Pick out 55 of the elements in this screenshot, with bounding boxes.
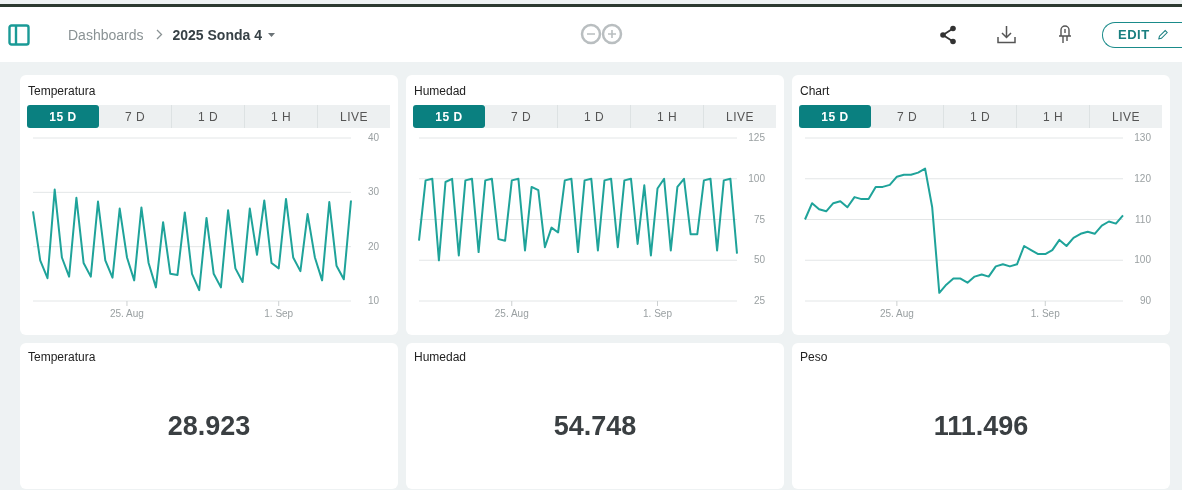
widget-title: Humedad <box>414 84 467 98</box>
breadcrumb-link[interactable]: Dashboards <box>68 26 144 43</box>
time-range-tab[interactable]: 1 D <box>943 105 1016 128</box>
time-range-tab[interactable]: 15 D <box>413 105 485 128</box>
axis-label: 125 <box>748 132 765 143</box>
pin-icon[interactable] <box>1058 24 1072 45</box>
axis-label: 50 <box>753 254 765 266</box>
widget-title: Humedad <box>414 350 467 364</box>
axis-label: 1. Sep <box>1030 308 1060 319</box>
axis-label: 100 <box>1134 254 1151 266</box>
value-reading: 111.496 <box>933 411 1029 442</box>
axis-label: 130 <box>1134 132 1151 143</box>
time-range-tab[interactable]: LIVE <box>1089 105 1162 128</box>
time-range-tab[interactable]: 1 H <box>244 105 317 128</box>
time-range-tab[interactable]: 1 H <box>1016 105 1089 128</box>
download-icon[interactable] <box>997 25 1016 44</box>
axis-label: 30 <box>367 186 379 198</box>
axis-label: 90 <box>1139 295 1151 306</box>
time-range-tab[interactable]: LIVE <box>317 105 390 128</box>
axis-label: 25 <box>753 295 765 306</box>
time-range-tab[interactable]: 15 D <box>799 105 871 128</box>
time-range-tab[interactable]: LIVE <box>703 105 776 128</box>
axis-label: 25. Aug <box>494 308 529 319</box>
widget-title: Temperatura <box>28 84 96 98</box>
time-range-tab[interactable]: 7 D <box>871 105 943 128</box>
axis-label: 25. Aug <box>110 308 144 319</box>
chevron-icon <box>155 29 163 40</box>
caret-icon[interactable] <box>268 32 275 37</box>
sidebar-toggle-icon[interactable] <box>8 23 30 46</box>
value-reading: 28.923 <box>167 411 251 442</box>
dashboard-title[interactable]: 2025 Sonda 4 <box>172 26 262 43</box>
axis-label: 25. Aug <box>879 308 914 319</box>
axis-label: 120 <box>1134 172 1151 184</box>
share-icon[interactable] <box>939 24 957 45</box>
axis-label: 110 <box>1135 213 1151 225</box>
axis-label: 100 <box>748 172 765 184</box>
time-range-tab[interactable]: 1 H <box>630 105 703 128</box>
axis-label: 10 <box>367 295 379 306</box>
widget-title: Temperatura <box>28 350 96 364</box>
value-reading: 54.748 <box>553 411 637 442</box>
time-range-tab[interactable]: 1 D <box>171 105 244 128</box>
axis-label: 1. Sep <box>643 308 672 319</box>
time-range-tab[interactable]: 7 D <box>485 105 557 128</box>
time-range-tab[interactable]: 15 D <box>27 105 99 128</box>
pencil-icon <box>1157 28 1168 41</box>
axis-label: 1. Sep <box>264 308 294 319</box>
widget-title: Peso <box>800 350 828 364</box>
time-range-tab[interactable]: 7 D <box>99 105 171 128</box>
axis-label: 20 <box>367 240 379 252</box>
axis-label: 40 <box>367 132 379 143</box>
axis-label: 75 <box>753 213 765 225</box>
time-range-tab[interactable]: 1 D <box>557 105 630 128</box>
edit-button[interactable]: EDIT <box>1102 21 1182 48</box>
widget-title: Chart <box>800 84 830 98</box>
logo-icon <box>579 23 625 45</box>
